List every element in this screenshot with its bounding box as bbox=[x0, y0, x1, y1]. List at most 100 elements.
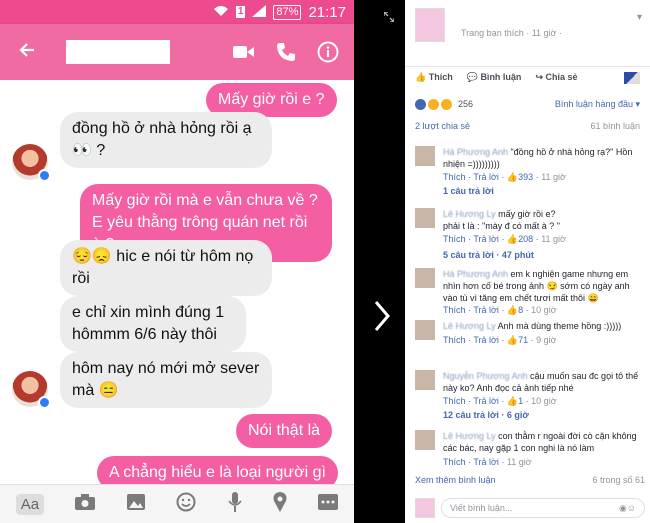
haha-reaction-icon bbox=[428, 98, 439, 110]
comment-time: 9 giờ bbox=[536, 335, 557, 345]
comment-like-count: 8 bbox=[518, 305, 524, 315]
commenter-avatar[interactable] bbox=[415, 370, 435, 390]
contact-name-redacted bbox=[66, 40, 170, 64]
emoji-icon[interactable] bbox=[176, 492, 196, 517]
messenger-screen: 1 87% 21:17 Mấy giờ rồi e ? đồng hồ ở nh… bbox=[0, 0, 354, 523]
comment-text: Lê Hương Ly con thằm r ngoài đời cò cặn … bbox=[443, 431, 637, 453]
comment-text: Lê Hương Ly mấy giờ rồi e? phải t là : "… bbox=[443, 209, 560, 231]
message-bubble-outgoing: Nói thật là bbox=[236, 414, 333, 448]
my-avatar bbox=[415, 498, 435, 518]
sad-reaction-icon bbox=[441, 98, 452, 110]
wifi-icon bbox=[213, 4, 229, 20]
comment-like-link[interactable]: Thích bbox=[443, 234, 466, 244]
share-comment-counts: 2 lượt chia sẻ 61 bình luận bbox=[405, 121, 650, 131]
comment-actions: Thích · Trả lời · 👍393 · 11 giờ bbox=[443, 172, 566, 182]
comment-like-link[interactable]: Thích bbox=[443, 172, 466, 182]
comment-reply-link[interactable]: Trả lời bbox=[473, 234, 499, 244]
comment-like-link[interactable]: Thích bbox=[443, 396, 466, 406]
page-avatar[interactable] bbox=[415, 8, 445, 42]
signal-icon bbox=[252, 4, 267, 20]
comment-reply-link[interactable]: Trả lời bbox=[473, 396, 499, 406]
comment-actions: Thích · Trả lời · 👍71 · 9 giờ bbox=[443, 335, 557, 345]
video-camera-icon[interactable] bbox=[232, 40, 256, 64]
reactions-summary[interactable]: 256 Bình luận hàng đầu ▾ bbox=[405, 96, 650, 112]
comment-time: 11 giờ bbox=[541, 172, 566, 182]
comments-count: 61 bình luận bbox=[590, 121, 640, 131]
comment-like-count: 1 bbox=[518, 396, 524, 406]
message-bubble-incoming: e chỉ xin mình đúng 1 hômmm 6/6 này thôi bbox=[60, 296, 246, 352]
commenter-avatar[interactable] bbox=[415, 146, 435, 166]
comment-text: Hà Phương Anh "đồng hồ ở nhà hỏng rạ?" H… bbox=[443, 147, 633, 169]
post-header: Trang bạn thích · 11 giờ · ▾ bbox=[405, 0, 650, 56]
emoji-icon[interactable]: ☺ bbox=[627, 503, 636, 513]
messenger-badge-icon bbox=[38, 396, 51, 409]
comment-like-link[interactable]: Thích bbox=[443, 335, 466, 345]
comment-text: Hà Phương Anh em k nghiện game nhưng em … bbox=[443, 269, 630, 303]
comment-reply-link[interactable]: Trả lời bbox=[473, 457, 499, 467]
comment-actions: Thích · Trả lời · 11 giờ bbox=[443, 457, 532, 467]
commenter-avatar[interactable] bbox=[415, 430, 435, 450]
view-replies-link[interactable]: 1 câu trả lời bbox=[443, 186, 494, 196]
camera-icon[interactable] bbox=[75, 493, 96, 515]
arrow-left-icon[interactable] bbox=[18, 39, 48, 65]
comment-actions: Thích · Trả lời · 👍8 · 10 giờ bbox=[443, 305, 557, 315]
commenter-name[interactable]: Lê Hương Ly bbox=[443, 321, 496, 331]
shares-link[interactable]: 2 lượt chia sẻ bbox=[415, 121, 470, 131]
commenter-name[interactable]: Hà Phương Anh bbox=[443, 269, 508, 279]
comments-progress: 6 trong số 61 bbox=[592, 475, 645, 485]
location-icon[interactable] bbox=[273, 491, 287, 517]
comment-like-count: 393 bbox=[518, 172, 534, 182]
comment-input-placeholder: Viết bình luận... bbox=[450, 503, 513, 513]
status-bar: 1 87% 21:17 bbox=[0, 0, 354, 24]
reactions-count: 256 bbox=[458, 99, 474, 109]
comment-text: Lê Hương Ly Anh mà dùng theme hồng :))))… bbox=[443, 321, 622, 331]
phone-icon[interactable] bbox=[274, 40, 298, 64]
screenshot-collage: 1 87% 21:17 Mấy giờ rồi e ? đồng hồ ở nh… bbox=[0, 0, 650, 523]
commenter-avatar[interactable] bbox=[415, 268, 435, 288]
comment-reply-link[interactable]: Trả lời bbox=[473, 335, 499, 345]
write-comment-row: Viết bình luận... ◉ ☺ bbox=[415, 497, 645, 519]
avatar bbox=[12, 144, 51, 182]
commenter-avatar[interactable] bbox=[415, 320, 435, 340]
gallery-icon[interactable] bbox=[126, 493, 145, 515]
comment-reply-link[interactable]: Trả lời bbox=[473, 172, 499, 182]
avatar bbox=[12, 371, 51, 409]
comment-like-count: 71 bbox=[518, 335, 529, 345]
comment-sort-dropdown[interactable]: Bình luận hàng đầu ▾ bbox=[555, 99, 640, 110]
view-replies-link[interactable]: 12 câu trả lời · 6 giờ bbox=[443, 410, 529, 420]
like-reaction-icon bbox=[415, 98, 426, 110]
chevron-right-icon[interactable] bbox=[370, 296, 394, 336]
composer-bar: Aa bbox=[0, 484, 354, 523]
message-bubble-incoming: đồng hồ ở nhà hỏng rồi ạ 👀 ? bbox=[60, 112, 272, 168]
microphone-icon[interactable] bbox=[227, 491, 242, 517]
comment-time: 10 giờ bbox=[531, 396, 557, 406]
commenter-name[interactable]: Lê Hương Ly bbox=[443, 209, 496, 219]
comment-like-link[interactable]: Thích bbox=[443, 457, 466, 467]
commenter-name[interactable]: Hà Phương Anh bbox=[443, 147, 508, 157]
comment-actions: Thích · Trả lời · 👍208 · 11 giờ bbox=[443, 234, 566, 244]
comment-input[interactable]: Viết bình luận... ◉ ☺ bbox=[441, 498, 645, 518]
more-comments-link[interactable]: Xem thêm bình luận bbox=[415, 475, 496, 485]
sim-badge: 1 bbox=[235, 6, 246, 18]
commenter-name[interactable]: Lê Hương Ly bbox=[443, 431, 496, 441]
message-list[interactable]: Mấy giờ rồi e ? đồng hồ ở nhà hỏng rồi ạ… bbox=[0, 80, 354, 490]
profile-switch-icon[interactable] bbox=[624, 71, 640, 84]
comment-time: 11 giờ bbox=[506, 457, 532, 467]
comment-like-link[interactable]: Thích bbox=[443, 305, 466, 315]
conversation-header bbox=[0, 24, 354, 80]
comment-reply-link[interactable]: Trả lời bbox=[473, 305, 499, 315]
like-button[interactable]: 👍 Thích bbox=[415, 72, 453, 83]
text-mode-button[interactable]: Aa bbox=[15, 493, 45, 515]
comment-time: 10 giờ bbox=[531, 305, 557, 315]
post-meta: Trang bạn thích · 11 giờ · bbox=[461, 28, 562, 38]
chevron-down-icon[interactable]: ▾ bbox=[637, 12, 642, 23]
commenter-name[interactable]: Nguyễn Phương Anh bbox=[443, 371, 528, 381]
view-replies-link[interactable]: 5 câu trả lời · 47 phút bbox=[443, 250, 534, 260]
share-button[interactable]: ↪ Chia sẻ bbox=[535, 72, 577, 83]
info-icon[interactable] bbox=[316, 40, 340, 64]
fullscreen-icon[interactable] bbox=[383, 9, 395, 27]
camera-icon[interactable]: ◉ bbox=[619, 503, 627, 514]
commenter-avatar[interactable] bbox=[415, 208, 435, 228]
comment-button[interactable]: 💬 Bình luận bbox=[467, 72, 522, 83]
more-icon[interactable] bbox=[318, 493, 339, 515]
